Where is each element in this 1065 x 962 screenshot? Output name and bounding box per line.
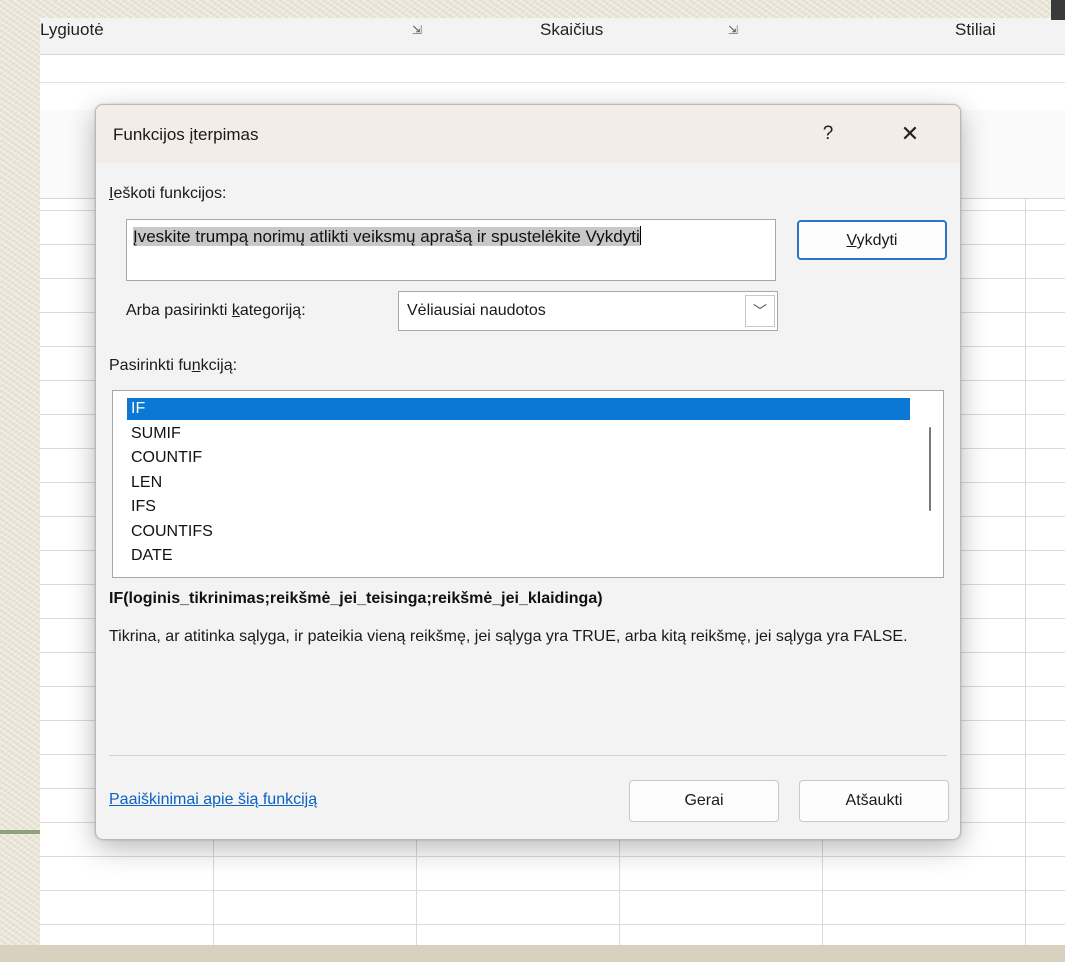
category-select[interactable]: Vėliausiai naudotos ﹀: [398, 291, 778, 331]
run-button[interactable]: Vykdyti: [797, 220, 947, 260]
ribbon-group-labels: Lygiuotė ⇲ Skaičius ⇲ Stiliai: [40, 18, 1065, 55]
help-icon[interactable]: ?: [810, 117, 846, 151]
chevron-down-icon[interactable]: ﹀: [745, 295, 775, 327]
number-launcher-icon[interactable]: ⇲: [728, 18, 738, 42]
function-list-item[interactable]: DATE: [127, 545, 910, 567]
dialog-title: Funkcijos įterpimas: [113, 125, 259, 144]
ribbon-group-number-label: Skaičius: [540, 20, 604, 39]
decor-strip: [0, 830, 40, 834]
alignment-launcher-icon[interactable]: ⇲: [412, 18, 422, 42]
function-help-link[interactable]: Paaiškinimai apie šią funkciją: [109, 791, 317, 809]
function-list-item[interactable]: IF: [127, 398, 910, 420]
category-value: Vėliausiai naudotos: [407, 302, 546, 319]
text-caret: [639, 226, 641, 245]
ribbon-group-styles-label: Stiliai: [955, 20, 996, 39]
function-syntax: IF(loginis_tikrinimas;reikšmė_jei_teisin…: [109, 590, 603, 607]
select-function-label: Pasirinkti funkciją:: [109, 357, 238, 374]
list-scrollbar[interactable]: [915, 391, 943, 577]
category-label: Arba pasirinkti kategoriją:: [126, 302, 306, 319]
window-corner: [1051, 0, 1065, 20]
background-edge: [0, 945, 1065, 962]
function-list-item[interactable]: LEN: [127, 472, 910, 494]
search-function-input[interactable]: Įveskite trumpą norimų atlikti veiksmų a…: [126, 219, 776, 281]
search-input-text: Įveskite trumpą norimų atlikti veiksmų a…: [133, 227, 640, 246]
function-list-item[interactable]: SUMIF: [127, 423, 910, 445]
insert-function-dialog: Funkcijos įterpimas ? ✕ Ieškoti funkcijo…: [95, 104, 961, 840]
function-description: Tikrina, ar atitinka sąlyga, ir pateikia…: [109, 628, 908, 645]
function-list-item[interactable]: IFS: [127, 496, 910, 518]
ok-button[interactable]: Gerai: [629, 780, 779, 822]
dialog-divider: [109, 755, 947, 756]
formula-bar-area: [40, 62, 1065, 83]
dialog-titlebar: Funkcijos įterpimas ? ✕: [96, 105, 960, 163]
function-list-item[interactable]: COUNTIFS: [127, 521, 910, 543]
cancel-button[interactable]: Atšaukti: [799, 780, 949, 822]
ribbon-group-alignment-label: Lygiuotė: [40, 20, 104, 39]
function-list[interactable]: IF SUMIF COUNTIF LEN IFS COUNTIFS DATE: [112, 390, 944, 578]
scroll-thumb[interactable]: [929, 427, 931, 511]
close-icon[interactable]: ✕: [892, 117, 928, 151]
search-function-label: Ieškoti funkcijos:: [109, 185, 227, 202]
function-list-item[interactable]: COUNTIF: [127, 447, 910, 469]
